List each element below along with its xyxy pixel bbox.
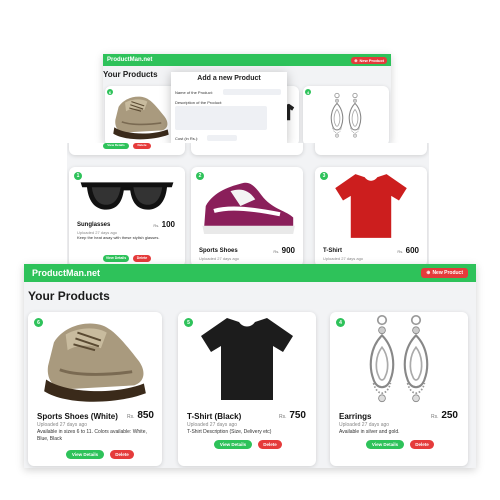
description-textarea[interactable] — [175, 106, 267, 130]
add-product-modal: Add a new Product Name of the Product: D… — [171, 72, 287, 143]
product-card: 4 Earrings Rs. 250 Uploaded 27 days ago … — [330, 312, 468, 466]
product-title: Earrings — [339, 412, 372, 421]
navbar: ProductMan.net ⊕ New Product — [103, 54, 391, 66]
name-label: Name of the Product: — [175, 90, 213, 95]
name-input[interactable] — [223, 89, 281, 95]
product-number-badge: 4 — [336, 318, 345, 327]
delete-button[interactable]: Delete — [133, 255, 151, 262]
product-title: Sunglasses — [77, 222, 111, 228]
screenshot-bottom: ProductMan.net ⊕ New Product Your Produc… — [24, 264, 476, 468]
product-price: Rs. 900 — [273, 246, 295, 255]
upload-date: Uploaded 27 days ago — [323, 256, 364, 261]
page-heading: Your Products — [28, 289, 110, 303]
cost-label: Cost (in Rs.): — [175, 136, 199, 141]
product-number-badge: 4 — [305, 89, 311, 95]
boot-image — [32, 316, 158, 402]
boot-image — [109, 88, 173, 143]
upload-date: Uploaded 27 days ago — [37, 422, 88, 428]
view-details-button[interactable]: View Details — [366, 440, 404, 449]
card-strip — [191, 143, 303, 155]
plus-circle-icon: ⊕ — [426, 270, 431, 276]
earrings-image — [321, 88, 371, 143]
product-description: Available in silver and gold. — [339, 429, 400, 435]
sunglasses-image — [77, 173, 177, 219]
upload-date: Uploaded 27 days ago — [187, 422, 238, 428]
plus-circle-icon: ⊕ — [354, 57, 358, 63]
view-details-button[interactable]: View Details — [103, 255, 129, 262]
product-description: T-Shirt Description (Size, Delivery etc) — [187, 429, 272, 435]
product-title: T-Shirt — [323, 248, 342, 254]
view-details-button[interactable]: View Details — [66, 450, 104, 459]
product-card: 5 T-Shirt (Black) Rs. 750 Uploaded 27 da… — [178, 312, 316, 466]
product-card: 4 — [303, 86, 389, 143]
card-strip: View Details Delete — [69, 143, 185, 155]
product-card: 3 T-Shirt Rs. 600 Uploaded 27 days ago — [315, 167, 427, 267]
stage: ProductMan.net ⊕ New Product Your Produc… — [0, 0, 500, 500]
product-description: Available in sizes 6 to 11. Colors avail… — [37, 429, 147, 442]
product-description: Keep the heat away with these stylish gl… — [77, 235, 160, 240]
cost-input[interactable] — [207, 135, 237, 141]
screenshot-top: ProductMan.net ⊕ New Product Your Produc… — [103, 54, 391, 143]
product-price: Rs. 250 — [431, 410, 458, 421]
delete-button[interactable]: Delete — [410, 440, 434, 449]
product-price: Rs. 600 — [397, 246, 419, 255]
red-tshirt-image — [319, 171, 423, 241]
upload-date: Uploaded 27 days ago — [199, 256, 240, 261]
upload-date: Uploaded 27 days ago — [339, 422, 390, 428]
black-tshirt-image — [182, 314, 312, 404]
product-title: T-Shirt (Black) — [187, 412, 242, 421]
view-details-button[interactable]: View Details — [214, 440, 252, 449]
product-price: Rs. 100 — [153, 220, 175, 229]
delete-button[interactable]: Delete — [110, 450, 134, 459]
product-title: Sports Shoes — [199, 248, 238, 254]
view-details-button[interactable]: View Details — [103, 143, 129, 149]
page-heading: Your Products — [103, 70, 158, 79]
product-price: Rs. 850 — [127, 410, 154, 421]
modal-title: Add a new Product — [197, 75, 261, 82]
brand-logo[interactable]: ProductMan.net — [107, 57, 152, 63]
description-label: Description of the Product: — [175, 100, 223, 105]
product-title: Sports Shoes (White) — [37, 412, 118, 421]
navbar: ProductMan.net ⊕ New Product — [24, 264, 476, 282]
card-strip — [315, 143, 427, 155]
product-card: 1 Sunglasses Rs. 100 Uploaded 27 days ag… — [69, 167, 185, 267]
product-card: 6 Sports Shoes (White) Rs. 850 Uploaded … — [28, 312, 162, 466]
sports-shoes-image — [195, 171, 299, 241]
brand-logo[interactable]: ProductMan.net — [32, 268, 100, 278]
delete-button[interactable]: Delete — [133, 143, 151, 149]
new-product-button[interactable]: ⊕ New Product — [351, 56, 387, 64]
delete-button[interactable]: Delete — [258, 440, 282, 449]
screenshot-middle: View Details Delete 1 Sunglasses Rs. 100… — [67, 143, 429, 268]
earrings-image — [350, 312, 448, 408]
new-product-button[interactable]: ⊕ New Product — [421, 268, 468, 278]
product-price: Rs. 750 — [279, 410, 306, 421]
product-card: 2 Sports Shoes Rs. 900 Uploaded 27 days … — [191, 167, 303, 267]
